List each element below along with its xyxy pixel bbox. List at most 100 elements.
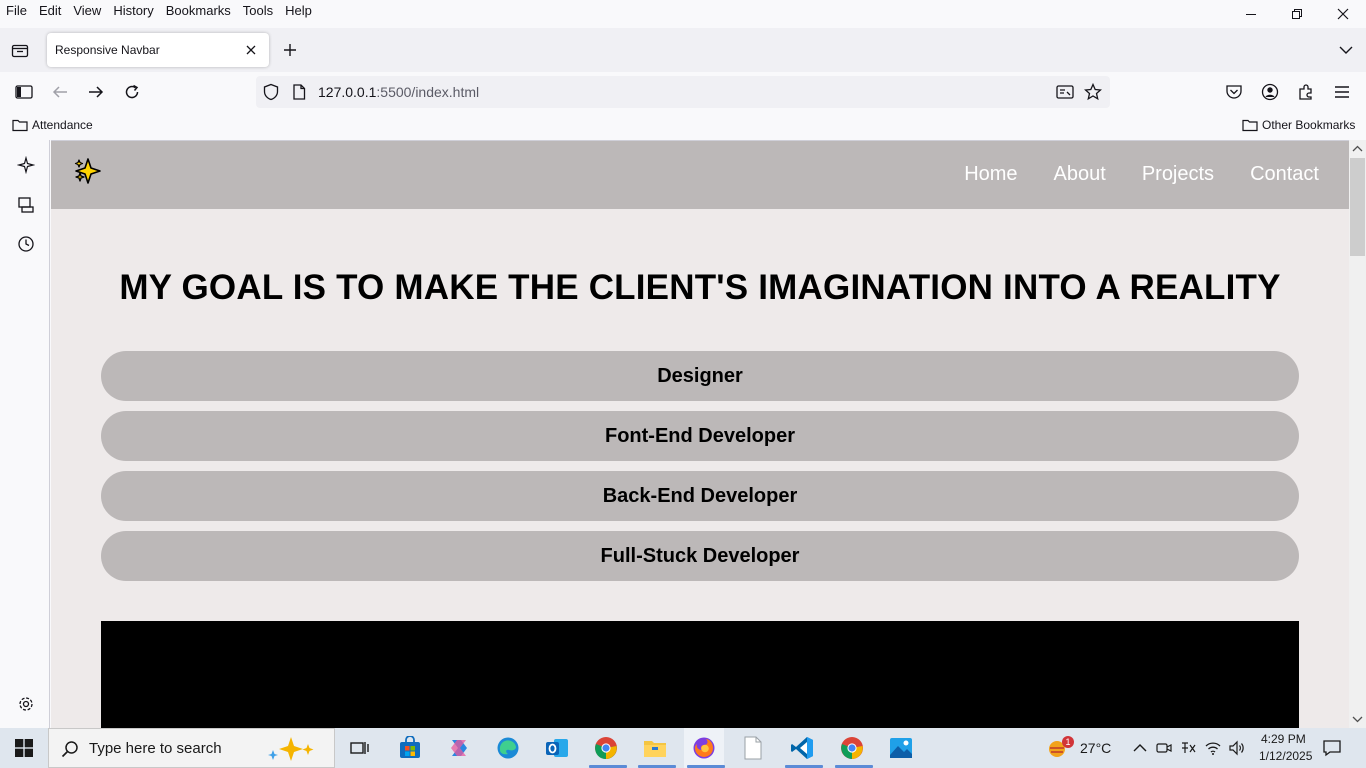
vscode-icon — [791, 737, 813, 759]
taskbar-search-box[interactable]: Type here to search — [48, 728, 335, 768]
photos-app[interactable] — [887, 734, 915, 762]
input-language-button[interactable] — [1180, 740, 1196, 756]
scroll-down-icon[interactable] — [1349, 712, 1366, 726]
menu-view[interactable]: View — [67, 1, 107, 21]
menu-file[interactable]: File — [0, 1, 33, 21]
search-icon — [61, 741, 78, 758]
wifi-icon — [1205, 742, 1221, 755]
copilot-app[interactable] — [445, 734, 473, 762]
extensions-button[interactable] — [1296, 82, 1316, 102]
bookmark-label: Other Bookmarks — [1262, 118, 1356, 132]
menu-bookmarks[interactable]: Bookmarks — [160, 1, 237, 21]
vscode-app[interactable] — [788, 734, 816, 762]
nav-link-projects[interactable]: Projects — [1142, 163, 1214, 186]
new-tab-button[interactable] — [280, 40, 300, 60]
sidebar-toggle-button[interactable] — [14, 82, 34, 102]
back-button[interactable] — [50, 82, 70, 102]
firefox-view-button[interactable] — [10, 40, 30, 60]
tab-title: Responsive Navbar — [55, 43, 160, 57]
browser-sidebar — [0, 140, 50, 728]
ai-chatbot-button[interactable] — [15, 154, 37, 176]
tab-responsive-navbar[interactable]: Responsive Navbar — [47, 33, 269, 67]
notepad-app[interactable] — [739, 734, 767, 762]
tab-strip: Responsive Navbar — [0, 28, 1366, 72]
plus-icon — [284, 44, 296, 56]
volume-button[interactable] — [1228, 740, 1246, 756]
clock-date[interactable]: 1/12/2025 — [1259, 749, 1312, 763]
edge-app[interactable] — [494, 734, 522, 762]
minimize-button[interactable] — [1228, 0, 1274, 28]
page-scrollbar[interactable] — [1349, 140, 1366, 728]
black-section — [101, 621, 1299, 728]
back-arrow-icon — [52, 86, 67, 98]
scroll-up-icon[interactable] — [1349, 142, 1366, 156]
restore-button[interactable] — [1274, 0, 1320, 28]
synced-tabs-button[interactable] — [15, 194, 37, 216]
restore-icon — [1292, 9, 1302, 19]
history-button[interactable] — [15, 233, 37, 255]
tab-close-button[interactable] — [243, 42, 259, 58]
list-all-tabs-button[interactable] — [1336, 40, 1356, 60]
app-menu-button[interactable] — [1332, 82, 1352, 102]
role-fullstack-developer[interactable]: Full-Stuck Developer — [101, 531, 1299, 581]
weather-badge: 1 — [1062, 736, 1074, 748]
file-explorer-app[interactable] — [641, 734, 669, 762]
copilot-sparkle-icon — [268, 737, 314, 761]
scrollbar-thumb[interactable] — [1350, 158, 1365, 256]
firefox-app[interactable] — [684, 728, 724, 768]
folder-icon — [1242, 119, 1258, 132]
other-bookmarks[interactable]: Other Bookmarks — [1242, 118, 1355, 132]
bookmark-label: Attendance — [32, 118, 93, 132]
microsoft-store-app[interactable] — [396, 734, 424, 762]
sidebar-icon — [15, 85, 33, 99]
chrome-profile-app[interactable] — [838, 734, 866, 762]
role-backend-developer[interactable]: Back-End Developer — [101, 471, 1299, 521]
nav-link-home[interactable]: Home — [964, 163, 1017, 186]
close-window-button[interactable] — [1320, 0, 1366, 28]
url-host: 127.0.0.1 — [318, 84, 377, 100]
copilot-icon — [451, 740, 467, 756]
menu-history[interactable]: History — [107, 1, 159, 21]
outlook-icon — [546, 739, 568, 757]
sparkle-icon — [17, 156, 35, 174]
menu-bar: File Edit View History Bookmarks Tools H… — [0, 0, 1366, 22]
task-view-button[interactable] — [346, 734, 374, 762]
meet-now-button[interactable] — [1156, 740, 1172, 756]
sidebar-settings-button[interactable] — [15, 693, 37, 715]
clock-time[interactable]: 4:29 PM — [1261, 732, 1306, 746]
notifications-button[interactable] — [1322, 739, 1342, 757]
weather-temperature[interactable]: 27°C — [1080, 740, 1111, 756]
reload-button[interactable] — [122, 82, 142, 102]
show-hidden-icons-button[interactable] — [1132, 740, 1148, 756]
start-button[interactable] — [0, 728, 48, 768]
synced-tabs-icon — [18, 197, 34, 213]
menu-tools[interactable]: Tools — [237, 1, 279, 21]
nav-link-about[interactable]: About — [1054, 163, 1106, 186]
bookmark-folder-attendance[interactable]: Attendance — [12, 118, 93, 132]
network-button[interactable] — [1204, 740, 1222, 756]
role-designer[interactable]: Designer — [101, 351, 1299, 401]
bookmark-star-button[interactable] — [1084, 83, 1102, 101]
role-frontend-developer[interactable]: Font-End Developer — [101, 411, 1299, 461]
edge-icon — [497, 737, 519, 759]
chrome-app[interactable] — [592, 734, 620, 762]
sparkles-logo-icon[interactable] — [73, 156, 103, 189]
camera-icon — [1156, 743, 1172, 753]
menu-edit[interactable]: Edit — [33, 1, 67, 21]
forward-button[interactable] — [86, 82, 106, 102]
outlook-app[interactable] — [543, 734, 571, 762]
menu-help[interactable]: Help — [279, 1, 318, 21]
firefox-view-icon — [11, 44, 29, 58]
account-button[interactable] — [1260, 82, 1280, 102]
nav-link-contact[interactable]: Contact — [1250, 163, 1319, 186]
gear-icon — [19, 697, 33, 711]
shield-icon — [263, 83, 279, 101]
pocket-button[interactable] — [1224, 82, 1244, 102]
navigation-toolbar: 127.0.0.1:5500/index.html — [0, 72, 1366, 112]
url-bar[interactable]: 127.0.0.1:5500/index.html — [256, 76, 1110, 108]
reader-view-button[interactable] — [1056, 83, 1074, 101]
tracking-protection-button[interactable] — [262, 83, 280, 101]
site-info-button[interactable] — [290, 83, 308, 101]
store-icon — [400, 736, 420, 758]
minimize-icon — [1246, 14, 1256, 15]
